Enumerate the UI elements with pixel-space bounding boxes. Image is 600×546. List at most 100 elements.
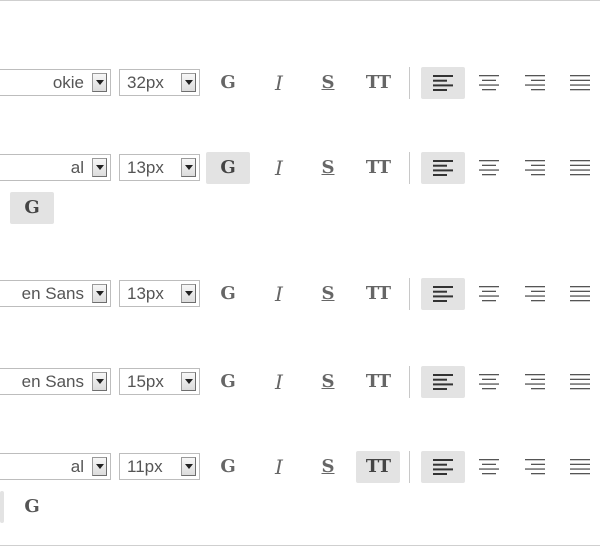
align-right-button[interactable] xyxy=(513,278,557,310)
bold-button[interactable]: G xyxy=(206,366,250,398)
font-family-value: en Sans xyxy=(21,284,84,303)
font-size-value: 15px xyxy=(127,372,164,391)
chevron-down-icon[interactable] xyxy=(181,73,196,92)
align-center-button[interactable] xyxy=(467,67,511,99)
bold-preview-button[interactable]: G xyxy=(10,192,54,224)
italic-button[interactable]: I xyxy=(257,67,301,99)
align-justify-button[interactable] xyxy=(558,451,600,483)
align-right-icon xyxy=(525,374,545,390)
align-left-button[interactable] xyxy=(421,67,465,99)
italic-button[interactable]: I xyxy=(257,366,301,398)
align-right-icon xyxy=(525,286,545,302)
font-size-value: 32px xyxy=(127,73,164,92)
chevron-down-icon[interactable] xyxy=(92,158,107,177)
align-center-button[interactable] xyxy=(467,152,511,184)
align-center-icon xyxy=(479,286,499,302)
uppercase-button[interactable]: TT xyxy=(356,278,400,310)
partial-active-button[interactable] xyxy=(0,491,4,523)
align-justify-icon xyxy=(570,286,590,302)
align-justify-icon xyxy=(570,374,590,390)
align-left-button[interactable] xyxy=(421,451,465,483)
toolbar-separator xyxy=(409,366,410,398)
align-center-icon xyxy=(479,374,499,390)
font-family-select[interactable]: en Sans xyxy=(0,280,111,307)
align-left-button[interactable] xyxy=(421,366,465,398)
bold-button[interactable]: G xyxy=(206,451,250,483)
align-justify-icon xyxy=(570,75,590,91)
italic-button[interactable]: I xyxy=(257,152,301,184)
align-right-button[interactable] xyxy=(513,67,557,99)
align-right-icon xyxy=(525,459,545,475)
align-center-icon xyxy=(479,75,499,91)
toolbar-separator xyxy=(409,451,410,483)
font-size-select[interactable]: 32px xyxy=(119,69,200,96)
uppercase-button[interactable]: TT xyxy=(356,152,400,184)
font-size-value: 13px xyxy=(127,284,164,303)
toolbar-separator xyxy=(409,152,410,184)
chevron-down-icon[interactable] xyxy=(92,457,107,476)
font-family-value: en Sans xyxy=(21,372,84,391)
text-toolbar-3: en Sans 13px G I S TT xyxy=(0,278,600,314)
chevron-down-icon[interactable] xyxy=(181,284,196,303)
text-toolbar-1: okie 32px G I S TT xyxy=(0,67,600,103)
align-center-icon xyxy=(479,160,499,176)
chevron-down-icon[interactable] xyxy=(181,372,196,391)
font-family-select[interactable]: al xyxy=(0,154,111,181)
align-left-button[interactable] xyxy=(421,278,465,310)
align-right-icon xyxy=(525,160,545,176)
font-family-select[interactable]: al xyxy=(0,453,111,480)
align-justify-icon xyxy=(570,160,590,176)
font-size-value: 13px xyxy=(127,158,164,177)
align-right-button[interactable] xyxy=(513,451,557,483)
bold-button[interactable]: G xyxy=(206,67,250,99)
font-family-select[interactable]: en Sans xyxy=(0,368,111,395)
text-toolbar-4: en Sans 15px G I S TT xyxy=(0,366,600,402)
underline-button[interactable]: S xyxy=(306,366,350,398)
bold-button[interactable]: G xyxy=(206,152,250,184)
frame-top-border xyxy=(0,0,600,1)
align-justify-button[interactable] xyxy=(558,152,600,184)
underline-button[interactable]: S xyxy=(306,451,350,483)
uppercase-button[interactable]: TT xyxy=(356,67,400,99)
align-left-icon xyxy=(433,286,453,302)
font-family-select[interactable]: okie xyxy=(0,69,111,96)
underline-button[interactable]: S xyxy=(306,152,350,184)
italic-button[interactable]: I xyxy=(257,278,301,310)
align-justify-button[interactable] xyxy=(558,67,600,99)
text-toolbar-5: al 11px G I S TT xyxy=(0,451,600,487)
align-center-button[interactable] xyxy=(467,366,511,398)
underline-button[interactable]: S xyxy=(306,67,350,99)
align-left-icon xyxy=(433,459,453,475)
font-size-value: 11px xyxy=(127,457,163,476)
align-right-button[interactable] xyxy=(513,152,557,184)
font-size-select[interactable]: 11px xyxy=(119,453,200,480)
chevron-down-icon[interactable] xyxy=(181,457,196,476)
chevron-down-icon[interactable] xyxy=(92,372,107,391)
chevron-down-icon[interactable] xyxy=(92,284,107,303)
align-left-icon xyxy=(433,374,453,390)
bold-preview-button[interactable]: G xyxy=(10,491,54,523)
align-justify-button[interactable] xyxy=(558,366,600,398)
font-family-value: al xyxy=(70,158,84,177)
font-size-select[interactable]: 13px xyxy=(119,154,200,181)
uppercase-button[interactable]: TT xyxy=(356,451,400,483)
align-center-button[interactable] xyxy=(467,451,511,483)
align-center-icon xyxy=(479,459,499,475)
font-family-value: al xyxy=(70,457,84,476)
align-justify-icon xyxy=(570,459,590,475)
uppercase-button[interactable]: TT xyxy=(356,366,400,398)
align-left-button[interactable] xyxy=(421,152,465,184)
align-center-button[interactable] xyxy=(467,278,511,310)
align-justify-button[interactable] xyxy=(558,278,600,310)
underline-button[interactable]: S xyxy=(306,278,350,310)
align-right-button[interactable] xyxy=(513,366,557,398)
chevron-down-icon[interactable] xyxy=(181,158,196,177)
toolbar-separator xyxy=(409,67,410,99)
bold-button[interactable]: G xyxy=(206,278,250,310)
chevron-down-icon[interactable] xyxy=(92,73,107,92)
font-size-select[interactable]: 13px xyxy=(119,280,200,307)
align-left-icon xyxy=(433,75,453,91)
toolbar-separator xyxy=(409,278,410,310)
font-size-select[interactable]: 15px xyxy=(119,368,200,395)
italic-button[interactable]: I xyxy=(257,451,301,483)
